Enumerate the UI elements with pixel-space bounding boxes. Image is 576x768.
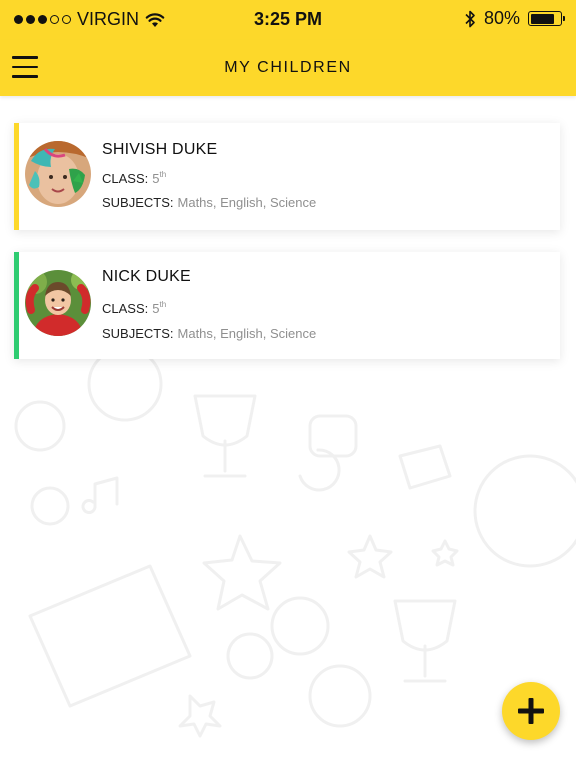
class-row: CLASS: 5th bbox=[102, 170, 166, 186]
class-suffix: th bbox=[159, 300, 167, 309]
class-row: CLASS: 5th bbox=[102, 300, 166, 316]
page-title: MY CHILDREN bbox=[224, 59, 352, 76]
subjects-value: Maths, English, Science bbox=[177, 326, 317, 341]
subjects-label: SUBJECTS: bbox=[102, 195, 174, 210]
class-suffix: th bbox=[159, 170, 167, 179]
bluetooth-icon bbox=[465, 10, 475, 27]
child-avatar bbox=[25, 141, 91, 207]
child-name: NICK DUKE bbox=[102, 268, 191, 285]
subjects-label: SUBJECTS: bbox=[102, 326, 174, 341]
battery-icon bbox=[528, 11, 565, 26]
status-left: VIRGIN bbox=[14, 9, 165, 30]
subjects-value: Maths, English, Science bbox=[177, 195, 317, 210]
add-child-button[interactable] bbox=[502, 682, 560, 740]
child-card[interactable]: NICK DUKE CLASS: 5th SUBJECTS: Maths, Engl… bbox=[14, 252, 560, 359]
battery-level bbox=[530, 13, 554, 24]
signal-strength-icon bbox=[14, 15, 71, 24]
class-label: CLASS: bbox=[102, 171, 149, 186]
child-card[interactable]: SHIVISH DUKE CLASS: 5th SUBJECTS: Maths, E… bbox=[14, 123, 560, 230]
subjects-row: SUBJECTS: Maths, English, Science bbox=[102, 326, 316, 341]
header: MY CHILDREN bbox=[0, 40, 576, 96]
status-right: 80% bbox=[464, 8, 565, 29]
plus-icon bbox=[518, 698, 544, 724]
subjects-row: SUBJECTS: Maths, English, Science bbox=[102, 195, 316, 210]
class-label: CLASS: bbox=[102, 301, 149, 316]
status-time: 3:25 PM bbox=[253, 9, 323, 29]
child-avatar bbox=[25, 270, 91, 336]
hamburger-menu-icon[interactable] bbox=[12, 56, 40, 80]
child-name: SHIVISH DUKE bbox=[102, 141, 218, 158]
status-bar: VIRGIN 3:25 PM 80% bbox=[0, 0, 576, 40]
carrier-name: VIRGIN bbox=[77, 9, 140, 29]
wifi-icon bbox=[145, 12, 165, 27]
battery-percent: 80% bbox=[483, 8, 520, 28]
